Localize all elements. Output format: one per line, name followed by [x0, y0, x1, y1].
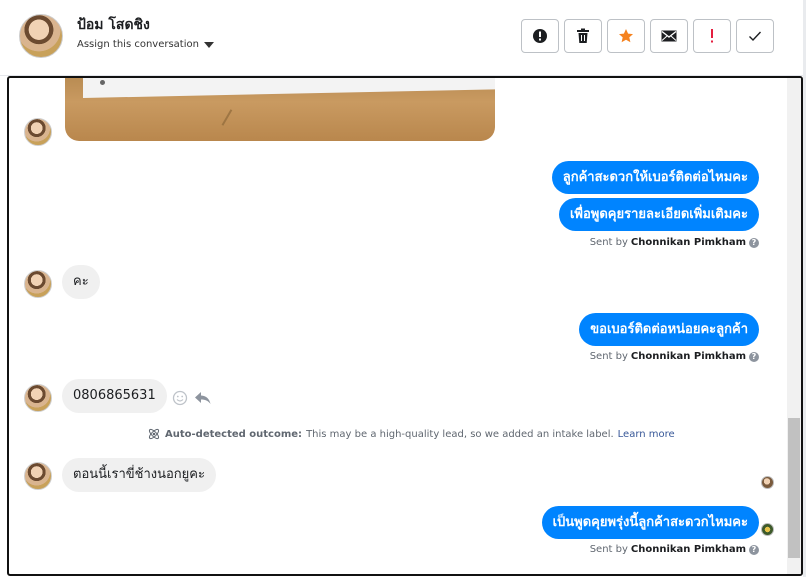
auto-detected-outcome-notice: Auto-detected outcome: This may be a hig… [147, 427, 675, 441]
email-button[interactable] [650, 19, 688, 53]
help-icon[interactable]: ? [749, 351, 759, 362]
learn-more-link[interactable]: Learn more [618, 429, 675, 440]
scrollbar[interactable] [787, 78, 801, 574]
sender-name: Chonnikan Pimkham [630, 351, 746, 362]
message-actions [172, 390, 212, 406]
scrollbar-thumb[interactable] [788, 418, 800, 558]
help-icon[interactable]: ? [749, 237, 759, 248]
check-icon [749, 31, 762, 42]
read-receipt-avatar [761, 476, 774, 489]
alert-button[interactable] [521, 19, 559, 53]
incoming-message[interactable]: 0806865631 [62, 379, 167, 413]
outgoing-message[interactable]: เพื่อพูดคุยรายละเอียดเพิ่มเติมคะ [558, 198, 759, 231]
trash-icon [577, 28, 589, 43]
exclamation-icon [711, 29, 713, 43]
contact-avatar-small [24, 384, 52, 412]
done-button[interactable] [736, 19, 774, 53]
contact-avatar[interactable] [19, 14, 63, 58]
incoming-message[interactable]: ตอนนี้เราขี่ช้างนอกยูคะ [62, 458, 216, 492]
contact-avatar-small [24, 118, 52, 146]
envelope-icon [661, 30, 677, 42]
incoming-message[interactable]: คะ [62, 265, 100, 299]
message-thread[interactable]: ลูกค้าสะดวกให้เบอร์ติดต่อไหมคะ เพื่อพูดค… [7, 76, 803, 576]
outgoing-message[interactable]: เป็นพูดคุยพรุ่งนี้ลูกค้าสะดวกไหมคะ [541, 506, 759, 539]
star-icon [619, 29, 633, 43]
read-receipt-avatar [761, 523, 774, 536]
atom-icon [148, 428, 160, 440]
sent-by-label: Sent by Chonnikan Pimkham ? [590, 351, 759, 362]
outcome-text: This may be a high-quality lead, so we a… [306, 428, 614, 440]
assign-conversation-dropdown[interactable]: Assign this conversation [77, 39, 214, 50]
sent-by-label: Sent by Chonnikan Pimkham ? [590, 237, 759, 248]
outcome-label: Auto-detected outcome: [165, 428, 303, 440]
outgoing-message[interactable]: ลูกค้าสะดวกให้เบอร์ติดต่อไหมคะ [551, 161, 759, 194]
caret-down-icon [203, 41, 214, 48]
reply-icon[interactable] [194, 390, 212, 406]
action-toolbar [521, 19, 774, 53]
exclamation-circle-icon [533, 29, 547, 43]
outgoing-message[interactable]: ขอเบอร์ติดต่อหน่อยคะลูกค้า [579, 313, 759, 346]
contact-avatar-small [24, 462, 52, 490]
priority-button[interactable] [693, 19, 731, 53]
contact-avatar-small [24, 270, 52, 298]
smiley-react-icon[interactable] [172, 390, 188, 406]
photo-attachment[interactable] [65, 78, 495, 141]
delete-button[interactable] [564, 19, 602, 53]
star-button[interactable] [607, 19, 645, 53]
sender-name: Chonnikan Pimkham [630, 237, 746, 248]
sent-by-label: Sent by Chonnikan Pimkham ? [590, 544, 759, 555]
assign-label: Assign this conversation [77, 39, 199, 50]
help-icon[interactable]: ? [749, 544, 759, 555]
sender-name: Chonnikan Pimkham [630, 544, 746, 555]
conversation-header: ป้อม โสดชิง Assign this conversation [0, 0, 806, 76]
contact-name[interactable]: ป้อม โสดชิง [77, 14, 150, 36]
